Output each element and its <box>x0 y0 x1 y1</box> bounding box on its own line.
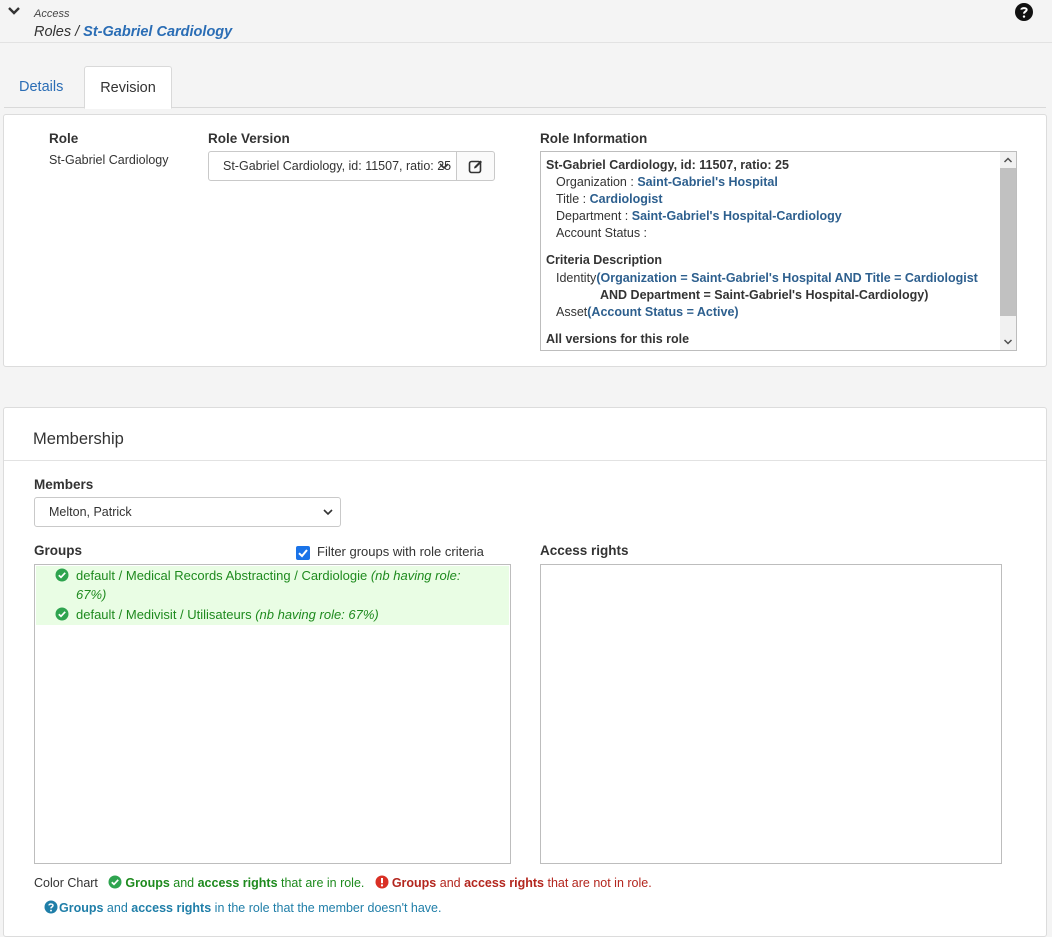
chevron-down-icon[interactable] <box>6 3 22 19</box>
group-note-cont: 67%) <box>76 587 107 602</box>
group-path: default / Medical Records Abstracting / … <box>76 568 371 583</box>
info-title-row: Title : Cardiologist <box>556 192 663 206</box>
list-item[interactable]: default / Medivisit / Utilisateurs (nb h… <box>36 605 509 625</box>
list-item[interactable]: default / Medical Records Abstracting / … <box>36 566 509 605</box>
legend-not-in-role-groups: Groups <box>391 876 437 890</box>
color-chart-label: Color Chart <box>34 876 98 890</box>
group-note: (nb having role: 67%) <box>255 607 379 622</box>
role-version-value: St-Gabriel Cardiology, id: 11507, ratio:… <box>223 159 452 173</box>
color-chart-line1: Color Chart Groups and access rights tha… <box>34 875 652 890</box>
groups-label: Groups <box>34 543 83 558</box>
scroll-up-icon[interactable] <box>1002 154 1014 166</box>
tab-details[interactable]: Details <box>4 66 78 108</box>
group-note: (nb having role: <box>370 568 461 583</box>
role-value: St-Gabriel Cardiology <box>49 153 169 167</box>
page-header: Access Roles / St-Gabriel Cardiology <box>0 0 1052 43</box>
section-title: Access <box>34 8 70 20</box>
organization-value: Saint-Gabriel's Hospital <box>637 175 778 189</box>
all-versions-link[interactable]: All versions for this role <box>546 332 689 346</box>
membership-panel: Membership Members Melton, Patrick Group… <box>3 407 1047 937</box>
legend-in-role-groups: Groups <box>125 876 170 890</box>
checkmark-icon <box>298 549 308 558</box>
legend-not-in-role-rights: access rights <box>464 876 544 890</box>
info-title: St-Gabriel Cardiology, id: 11507, ratio:… <box>546 158 789 172</box>
identity-label: Identity <box>556 271 597 285</box>
legend-in-role-tail: that are in role. <box>277 876 365 890</box>
access-rights-label: Access rights <box>540 543 629 558</box>
title-value: Cardiologist <box>589 192 663 206</box>
divider <box>4 460 1046 461</box>
question-circle-icon <box>44 900 58 914</box>
members-label: Members <box>34 477 94 492</box>
account-status-label: Account Status : <box>556 226 648 240</box>
chevron-down-icon <box>439 163 449 170</box>
scroll-down-icon[interactable] <box>1002 336 1014 348</box>
edit-role-version-button[interactable] <box>456 151 495 181</box>
asset-label: Asset <box>556 305 588 319</box>
breadcrumb-prefix: Roles / <box>34 24 84 40</box>
scrollbar-thumb[interactable] <box>1000 168 1016 316</box>
legend-not-in-role-and: and <box>436 876 465 890</box>
legend-missing-tail: in the role that the member doesn't have… <box>211 901 442 915</box>
organization-label: Organization : <box>556 175 634 189</box>
tab-revision[interactable]: Revision <box>84 66 172 109</box>
legend-missing-and: and <box>103 901 132 915</box>
role-information-label: Role Information <box>540 131 648 146</box>
group-path: default / Medivisit / Utilisateurs <box>76 607 256 622</box>
legend-missing-groups: Groups <box>59 901 104 915</box>
groups-list[interactable]: default / Medical Records Abstracting / … <box>34 564 511 864</box>
title-label: Title : <box>556 192 587 206</box>
criteria-heading: Criteria Description <box>546 253 663 267</box>
chevron-down-icon <box>323 509 333 516</box>
help-icon[interactable] <box>1014 2 1034 22</box>
criteria-identity: Identity(Organization = Saint-Gabriel's … <box>556 271 978 285</box>
filter-groups-checkbox[interactable] <box>296 546 310 560</box>
criteria-asset: Asset(Account Status = Active) <box>556 305 739 319</box>
identity-value-line2: AND Department = Saint-Gabriel's Hospita… <box>600 288 929 302</box>
exclamation-circle-icon <box>375 875 389 889</box>
access-rights-list[interactable] <box>540 564 1002 864</box>
info-scrollbar[interactable] <box>1000 152 1016 350</box>
tab-bar: Details Revision <box>4 66 1046 109</box>
info-department: Department : Saint-Gabriel's Hospital-Ca… <box>556 209 842 223</box>
role-panel: Role St-Gabriel Cardiology Role Version … <box>3 114 1047 367</box>
check-circle-icon <box>55 568 69 582</box>
department-value: Saint-Gabriel's Hospital-Cardiology <box>631 209 842 223</box>
legend-missing-rights: access rights <box>131 901 212 915</box>
filter-groups-label[interactable]: Filter groups with role criteria <box>317 544 484 559</box>
edit-icon <box>468 160 482 174</box>
members-select[interactable]: Melton, Patrick <box>34 497 341 527</box>
color-chart-line2: Groups and access rights in the role tha… <box>44 900 442 915</box>
identity-value-line1: (Organization = Saint-Gabriel's Hospital… <box>596 271 978 285</box>
legend-not-in-role-tail: that are not in role. <box>544 876 652 890</box>
members-selected: Melton, Patrick <box>49 505 132 519</box>
group-text: default / Medivisit / Utilisateurs (nb h… <box>76 605 481 624</box>
membership-title: Membership <box>33 430 124 448</box>
legend-in-role-rights: access rights <box>197 876 278 890</box>
check-circle-icon <box>108 875 122 889</box>
asset-value: (Account Status = Active) <box>587 305 739 319</box>
role-version-label: Role Version <box>208 131 290 146</box>
legend-in-role-and: and <box>169 876 198 890</box>
role-version-select[interactable]: St-Gabriel Cardiology, id: 11507, ratio:… <box>208 151 457 181</box>
breadcrumb: Roles / St-Gabriel Cardiology <box>34 24 232 40</box>
department-label: Department : <box>556 209 629 223</box>
info-account-status: Account Status : <box>556 226 647 240</box>
info-organization: Organization : Saint-Gabriel's Hospital <box>556 175 778 189</box>
breadcrumb-link[interactable]: St-Gabriel Cardiology <box>83 24 232 40</box>
group-text: default / Medical Records Abstracting / … <box>76 566 481 604</box>
role-information-box: St-Gabriel Cardiology, id: 11507, ratio:… <box>540 151 1017 351</box>
role-label: Role <box>49 131 79 146</box>
check-circle-icon <box>55 607 69 621</box>
